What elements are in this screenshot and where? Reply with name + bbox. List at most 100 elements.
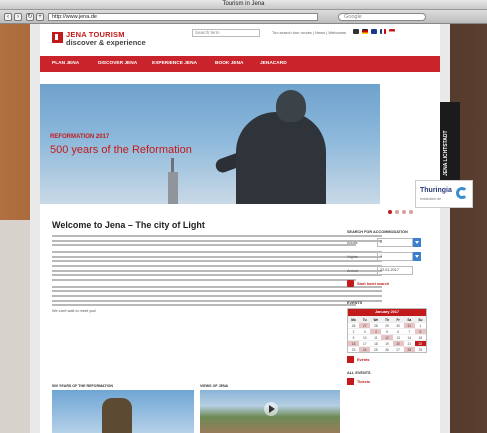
calendar-day[interactable]: 28 — [403, 346, 415, 352]
text-line — [52, 304, 356, 307]
browser-viewport: JENA TOURISM discover & experience Searc… — [30, 24, 460, 433]
nav-discover-jena[interactable]: DISCOVER JENA — [98, 61, 137, 66]
adults-label: Adults — [347, 241, 358, 245]
events-heading: EVENTS — [347, 301, 363, 305]
all-events-heading: ALL EVENTS — [347, 371, 371, 375]
slider-dot[interactable] — [395, 210, 399, 214]
tickets-label: Tickets — [357, 379, 371, 384]
hero-banner[interactable]: REFORMATION 2017 500 years of the Reform… — [40, 84, 380, 204]
intro-paragraph — [52, 235, 382, 247]
sidebar: SEARCH FOR ACCOMMODATION Adults 2 Nights… — [347, 230, 437, 385]
flag-polish-icon[interactable] — [389, 29, 395, 34]
views-video-thumbnail[interactable] — [200, 390, 340, 433]
reformation-heading: 500 YEARS OF THE REFORMATION — [52, 384, 113, 388]
text-line — [52, 294, 382, 297]
nights-row: Nights 1 — [347, 252, 437, 262]
events-link[interactable]: Events — [347, 356, 437, 363]
calendar-day[interactable]: 29 — [414, 346, 426, 352]
nights-select[interactable]: 1 — [377, 252, 413, 261]
add-bookmark-icon[interactable]: + — [36, 13, 44, 21]
forward-arrow-icon[interactable]: › — [14, 13, 22, 21]
slider-dot[interactable] — [388, 210, 392, 214]
site-header: JENA TOURISM discover & experience Searc… — [40, 24, 440, 56]
text-line — [52, 251, 382, 254]
reload-icon[interactable]: ↻ — [26, 13, 34, 21]
church-tower-illustration — [168, 158, 178, 204]
calendar-day[interactable]: 25 — [370, 346, 382, 352]
thuringia-badge[interactable]: Thuringia entdecken.de — [415, 180, 473, 208]
hero-kicker: REFORMATION 2017 — [50, 134, 110, 140]
jena-logo-icon[interactable] — [52, 32, 63, 43]
accommodation-heading: SEARCH FOR ACCOMMODATION — [347, 230, 408, 234]
arrival-label: Arrival — [347, 269, 358, 273]
page-title: Welcome to Jena – The city of Light — [52, 220, 205, 230]
back-arrow-icon[interactable]: ‹ — [4, 13, 12, 21]
hero-headline: 500 years of the Reformation — [50, 144, 192, 156]
flag-german-icon[interactable] — [362, 29, 368, 34]
partner-tagline: entdecken.de — [420, 197, 442, 201]
slider-dot[interactable] — [402, 210, 406, 214]
top-links[interactable]: Too search tour routes | News | Webcams — [272, 30, 346, 35]
statue-head-illustration — [276, 90, 306, 122]
jena-lichtstadt-tab[interactable]: JENA LICHTSTADT — [440, 102, 460, 182]
calendar-day[interactable]: 27 — [392, 346, 404, 352]
partner-name: Thuringia — [420, 187, 452, 194]
welcome-section: Welcome to Jena – The city of Light We c… — [52, 220, 382, 313]
search-icon — [347, 280, 354, 287]
calendar-icon — [347, 356, 354, 363]
reformation-thumbnail[interactable] — [52, 390, 194, 433]
text-line — [52, 239, 382, 242]
nav-book-jena[interactable]: BOOK JENA — [215, 61, 244, 66]
adults-row: Adults 2 — [347, 238, 437, 248]
statue-thumbnail-illustration — [102, 398, 132, 433]
accessibility-icon[interactable] — [353, 29, 359, 34]
adults-select[interactable]: 2 — [377, 238, 413, 247]
text-line — [52, 278, 356, 281]
hero-caption: REFORMATION 2017 500 years of the Reform… — [50, 134, 192, 156]
chevron-down-icon[interactable] — [413, 238, 421, 247]
flag-english-icon[interactable] — [371, 29, 377, 34]
text-line — [52, 290, 382, 293]
calendar-grid: Mo Tu We Th Fr Sa Su 26 27 28 29 30 31 1 2 3 4 5 6 7 8 9 10 11 1… — [348, 316, 426, 352]
body-paragraph — [52, 285, 382, 307]
text-line — [52, 235, 382, 237]
nav-plan-jena[interactable]: PLAN JENA — [52, 61, 79, 66]
window-title: Tourism in Jena — [222, 1, 265, 7]
flag-french-icon[interactable] — [380, 29, 386, 34]
arrival-date-field[interactable]: 22.01.2017 — [377, 266, 413, 275]
logo-subtitle[interactable]: discover & experience — [66, 38, 146, 47]
event-calendar: January 2017 Mo Tu We Th Fr Sa Su 26 27 28 29 30 31 1… — [347, 308, 427, 353]
text-line — [52, 285, 382, 288]
start-hotel-search-button[interactable]: Start hotel search — [347, 280, 437, 287]
play-icon[interactable] — [264, 402, 278, 416]
chevron-down-icon[interactable] — [413, 252, 421, 261]
browser-search-field[interactable]: Google — [338, 13, 426, 21]
text-line — [52, 264, 382, 267]
statue-illustration — [236, 112, 326, 204]
text-line — [52, 255, 382, 258]
text-line — [52, 274, 382, 277]
main-navigation: PLAN JENA DISCOVER JENA EXPERIENCE JENA … — [40, 56, 440, 72]
site-search-input[interactable]: Search term — [192, 29, 260, 37]
body-paragraph — [52, 251, 382, 281]
text-line — [52, 260, 382, 263]
text-line — [52, 299, 382, 302]
calendar-day[interactable]: 23 — [348, 346, 360, 352]
nav-jenacard[interactable]: JENACARD — [260, 61, 287, 66]
nav-experience-jena[interactable]: EXPERIENCE JENA — [152, 61, 197, 66]
slider-dot[interactable] — [409, 210, 413, 214]
browser-titlebar: Tourism in Jena — [0, 0, 487, 10]
calendar-month[interactable]: January 2017 — [348, 309, 426, 316]
closing-line: We can't wait to meet you! — [52, 309, 97, 314]
events-section: EVENTS January 2017 Mo Tu We Th Fr Sa Su 26 27 28… — [347, 301, 437, 385]
start-search-label: Start hotel search — [357, 281, 390, 286]
text-line — [52, 244, 356, 247]
calendar-day[interactable]: 26 — [381, 346, 393, 352]
tickets-link[interactable]: Tickets — [347, 378, 437, 385]
calendar-day[interactable]: 24 — [359, 346, 371, 352]
events-link-label: Events — [357, 357, 370, 362]
ticket-icon — [347, 378, 354, 385]
views-heading: VIEWS OF JENA — [200, 384, 229, 388]
address-bar[interactable]: http://www.jena.de — [48, 13, 318, 21]
web-page: JENA TOURISM discover & experience Searc… — [40, 24, 440, 433]
